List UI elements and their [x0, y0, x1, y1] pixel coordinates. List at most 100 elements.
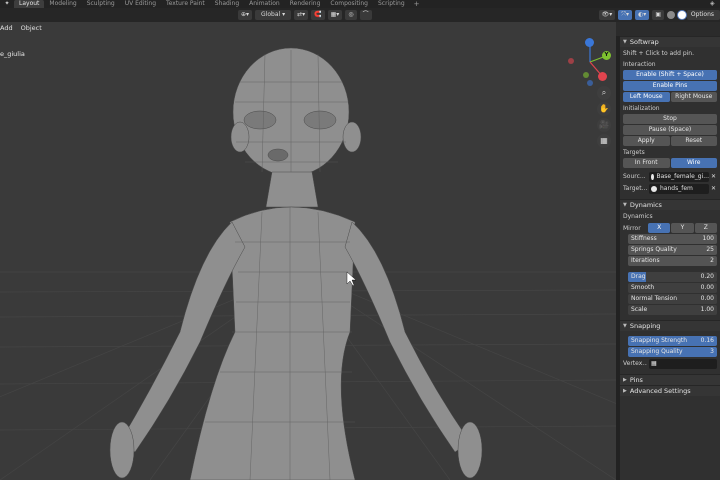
wire-button[interactable]: Wire	[670, 158, 717, 168]
left-mouse-button[interactable]: Left Mouse	[623, 92, 670, 102]
proportional-edit-icon[interactable]: ◎	[345, 10, 357, 20]
source-label: Sourc...	[623, 173, 646, 180]
snapping-title: Snapping	[629, 321, 661, 330]
vertex-group-label: Vertex...	[623, 360, 647, 367]
normal-tension-value: 0.00	[700, 295, 714, 302]
source-field[interactable]: Base_female_gi...	[649, 171, 710, 182]
scale-slider[interactable]: Scale 1.00	[628, 305, 717, 315]
pivot-point-dropdown[interactable]: ⊕▾	[238, 10, 253, 20]
apply-reset-row: Apply Reset	[623, 136, 717, 146]
pin-hint-text: Shift + Click to add pin.	[623, 50, 695, 57]
smooth-value: 0.00	[700, 284, 714, 291]
enable-pins-button[interactable]: Enable Pins	[623, 81, 717, 91]
camera-icon[interactable]: 🎥	[597, 118, 611, 132]
scene-icon[interactable]: ◈	[710, 0, 718, 8]
blender-menu-icon[interactable]: ✦	[0, 0, 14, 8]
advanced-settings-title: Advanced Settings	[629, 386, 691, 395]
dynamics-panel-header[interactable]: ▼ Dynamics	[620, 199, 720, 210]
right-mouse-button[interactable]: Right Mouse	[670, 92, 717, 102]
gizmo-y-axis[interactable]: Y	[602, 51, 611, 60]
springs-quality-slider[interactable]: Springs Quality 25	[628, 245, 717, 255]
iterations-slider[interactable]: Iterations 2	[628, 256, 717, 266]
solid-shading-icon[interactable]	[677, 11, 686, 19]
tab-compositing[interactable]: Compositing	[325, 0, 373, 8]
snap-icon[interactable]: 🧲	[311, 10, 325, 20]
gizmo-neg-y-axis[interactable]	[583, 72, 589, 78]
mirror-x-button[interactable]: X	[648, 223, 671, 233]
menu-add[interactable]: Add	[0, 24, 13, 34]
orientation-label: Global	[261, 11, 281, 18]
clear-source-icon[interactable]: ✕	[711, 173, 717, 180]
enable-button[interactable]: Enable (Shift + Space)	[623, 70, 717, 80]
gizmo-toggle-icon[interactable]: ⤧▾	[618, 10, 633, 20]
softwrap-panel-header[interactable]: ▼ Softwrap	[620, 36, 720, 47]
initialization-label: Initialization	[623, 105, 660, 112]
snap-target-dropdown[interactable]: ▦▾	[327, 10, 343, 20]
wireframe-shading-icon[interactable]	[666, 11, 675, 19]
falloff-icon[interactable]: ⌒	[359, 10, 372, 20]
3d-viewport[interactable]	[0, 22, 616, 480]
snapping-quality-slider[interactable]: Snapping Quality 3	[628, 347, 717, 357]
viewport-header: ⊕▾ Global ▾ ⇄▾ 🧲 ▦▾ ◎ ⌒ 👁▾ ⤧▾ ◐▾ ▣ ▾	[0, 8, 720, 22]
pivot-icon[interactable]: ⇄▾	[294, 10, 309, 20]
character-mesh	[109, 47, 483, 480]
mirror-z-button[interactable]: Z	[694, 223, 717, 233]
sidebar-panel: ▼ Softwrap Shift + Click to add pin. Int…	[620, 36, 720, 480]
vertex-group-field[interactable]: ▦	[649, 358, 717, 369]
snapping-strength-label: Snapping Strength	[631, 337, 688, 344]
pins-title: Pins	[629, 375, 643, 384]
visibility-icon[interactable]: 👁▾	[598, 10, 616, 20]
source-value: Base_female_gi...	[656, 172, 710, 180]
options-button[interactable]: Options	[686, 10, 718, 20]
navigation-gizmo[interactable]: Y	[566, 36, 616, 88]
gizmo-x-axis[interactable]	[598, 72, 607, 81]
tab-shading[interactable]: Shading	[210, 0, 244, 8]
active-object-name: e_giulia	[0, 50, 25, 58]
workspace-tab-bar: ✦ Layout Modeling Sculpting UV Editing T…	[0, 0, 720, 8]
normal-tension-slider[interactable]: Normal Tension 0.00	[628, 294, 717, 304]
orientation-dropdown[interactable]: Global ▾	[255, 10, 292, 20]
menu-object[interactable]: Object	[21, 24, 42, 34]
overlays-icon[interactable]: ◐▾	[635, 10, 650, 20]
iterations-value: 2	[710, 257, 714, 264]
advanced-settings-panel-header[interactable]: ▶ Advanced Settings	[620, 385, 720, 396]
add-workspace-button[interactable]: +	[410, 0, 424, 8]
mirror-y-button[interactable]: Y	[671, 223, 694, 233]
source-row: Sourc... Base_female_gi... ✕	[623, 171, 717, 182]
springs-value: 25	[706, 246, 714, 253]
reset-button[interactable]: Reset	[670, 136, 717, 146]
pan-hand-icon[interactable]: ✋	[597, 102, 611, 116]
clear-target-icon[interactable]: ✕	[711, 185, 717, 192]
tab-texture-paint[interactable]: Texture Paint	[161, 0, 210, 8]
snapping-strength-value: 0.16	[700, 337, 714, 344]
snapping-panel-header[interactable]: ▼ Snapping	[620, 320, 720, 331]
zoom-icon[interactable]: ⌕	[597, 86, 611, 100]
gizmo-neg-x-axis[interactable]	[568, 58, 574, 64]
tab-animation[interactable]: Animation	[244, 0, 285, 8]
snapping-strength-slider[interactable]: Snapping Strength 0.16	[628, 336, 717, 346]
pause-button[interactable]: Pause (Space)	[623, 125, 717, 135]
expand-arrow-icon: ▶	[623, 376, 627, 383]
tab-sculpting[interactable]: Sculpting	[82, 0, 120, 8]
snapping-quality-value: 3	[710, 348, 714, 355]
gizmo-neg-z-axis[interactable]	[587, 80, 593, 86]
tab-layout[interactable]: Layout	[14, 0, 45, 8]
tab-rendering[interactable]: Rendering	[285, 0, 326, 8]
gizmo-z-axis[interactable]	[585, 38, 594, 47]
target-field[interactable]: hands_fem	[649, 183, 709, 194]
tab-modeling[interactable]: Modeling	[44, 0, 81, 8]
targets-label: Targets	[623, 149, 645, 156]
object-icon	[651, 173, 654, 180]
apply-button[interactable]: Apply	[623, 136, 670, 146]
drag-slider[interactable]: Drag 0.20	[628, 272, 717, 282]
stop-button[interactable]: Stop	[623, 114, 717, 124]
in-front-button[interactable]: In Front	[623, 158, 670, 168]
tab-scripting[interactable]: Scripting	[373, 0, 410, 8]
xray-icon[interactable]: ▣	[652, 10, 664, 20]
dynamics-title: Dynamics	[629, 200, 662, 209]
smooth-slider[interactable]: Smooth 0.00	[628, 283, 717, 293]
grid-view-icon[interactable]: ▦	[597, 134, 611, 148]
stiffness-slider[interactable]: Stiffness 100	[628, 234, 717, 244]
pins-panel-header[interactable]: ▶ Pins	[620, 374, 720, 385]
tab-uv-editing[interactable]: UV Editing	[120, 0, 161, 8]
